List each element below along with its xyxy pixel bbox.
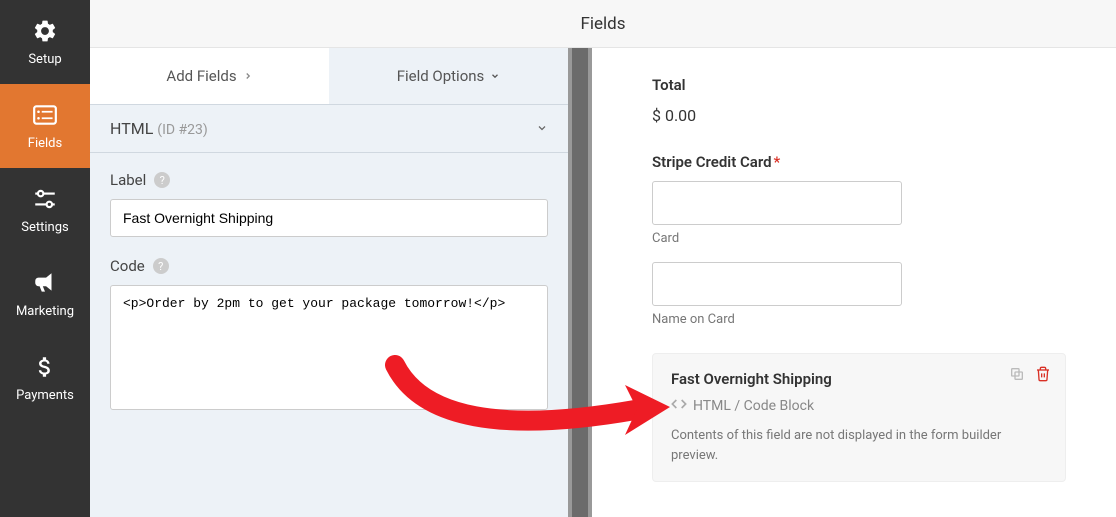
field-options-panel: Add Fields Field Options HTML xyxy=(90,48,568,517)
label-input[interactable] xyxy=(110,199,548,237)
panel-divider[interactable] xyxy=(568,48,592,517)
chevron-down-icon xyxy=(490,67,500,85)
html-block[interactable]: Fast Overnight Shipping HTML / Code Bloc… xyxy=(652,353,1066,482)
sidebar-item-label: Payments xyxy=(16,388,74,403)
list-icon xyxy=(32,102,58,128)
sidebar-item-label: Settings xyxy=(21,220,68,235)
sidebar-item-settings[interactable]: Settings xyxy=(0,168,90,252)
stripe-label: Stripe Credit Card* xyxy=(652,153,1066,171)
dollar-icon xyxy=(32,354,58,380)
sliders-icon xyxy=(32,186,58,212)
total-label: Total xyxy=(652,76,1066,94)
sidebar-item-label: Fields xyxy=(28,136,62,151)
field-header-toggle[interactable]: HTML (ID #23) xyxy=(90,104,568,153)
gear-icon xyxy=(32,18,58,44)
bullhorn-icon xyxy=(32,270,58,296)
tab-add-fields[interactable]: Add Fields xyxy=(90,48,329,104)
chevron-down-icon xyxy=(536,119,548,138)
html-block-desc: Contents of this field are not displayed… xyxy=(671,426,1047,465)
sidebar-item-marketing[interactable]: Marketing xyxy=(0,252,90,336)
html-block-title: Fast Overnight Shipping xyxy=(671,370,1047,388)
sidebar-item-label: Marketing xyxy=(16,304,74,319)
sidebar: Setup Fields Settings Marketing Payments xyxy=(0,0,90,517)
form-preview: Total $ 0.00 Stripe Credit Card* Card Na… xyxy=(592,48,1116,517)
card-input[interactable] xyxy=(652,181,902,225)
trash-icon[interactable] xyxy=(1035,366,1051,386)
sidebar-item-fields[interactable]: Fields xyxy=(0,84,90,168)
code-field-label: Code xyxy=(110,257,145,275)
code-textarea[interactable]: <p>Order by 2pm to get your package tomo… xyxy=(110,285,548,410)
tab-field-options[interactable]: Field Options xyxy=(329,48,568,104)
name-on-card-input[interactable] xyxy=(652,262,902,306)
total-value: $ 0.00 xyxy=(652,106,1066,125)
page-title: Fields xyxy=(90,0,1116,48)
html-block-type: HTML / Code Block xyxy=(693,398,814,414)
help-icon[interactable]: ? xyxy=(154,172,170,188)
sidebar-item-setup[interactable]: Setup xyxy=(0,0,90,84)
sidebar-item-payments[interactable]: Payments xyxy=(0,336,90,420)
help-icon[interactable]: ? xyxy=(153,258,169,274)
field-type-name: HTML xyxy=(110,119,153,138)
name-sublabel: Name on Card xyxy=(652,312,1066,327)
sidebar-item-label: Setup xyxy=(28,52,61,67)
label-field-label: Label xyxy=(110,171,146,189)
chevron-right-icon xyxy=(243,67,253,85)
field-id: (ID #23) xyxy=(157,122,208,138)
code-icon xyxy=(671,396,687,416)
duplicate-icon[interactable] xyxy=(1009,366,1025,386)
card-sublabel: Card xyxy=(652,231,1066,246)
